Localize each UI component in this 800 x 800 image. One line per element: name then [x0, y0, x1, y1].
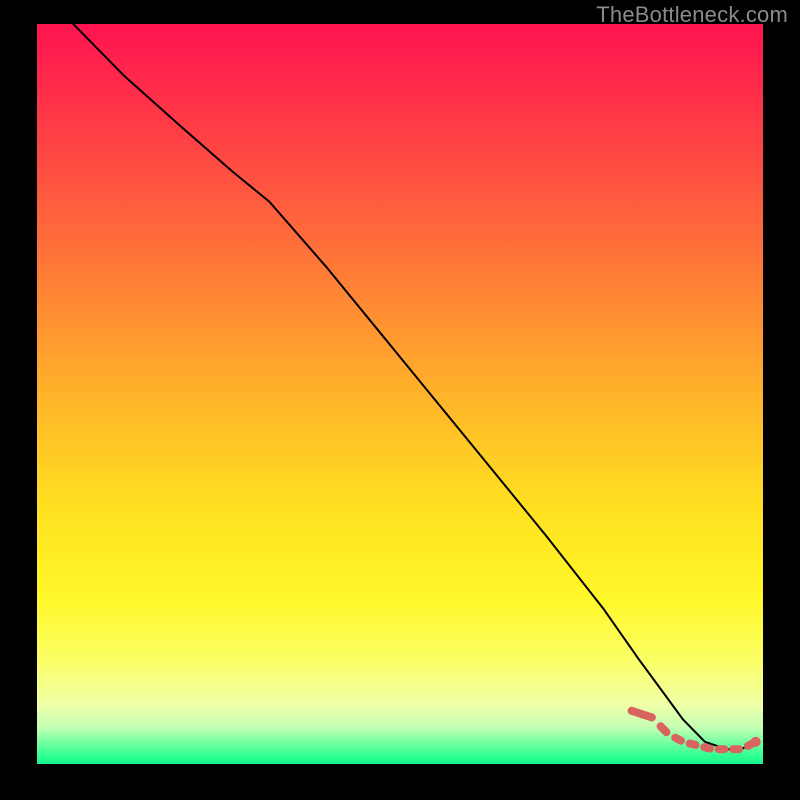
chart-overlay: [37, 24, 763, 764]
highlight-dash: [704, 747, 710, 748]
highlight-dash: [690, 744, 696, 745]
highlight-dash: [632, 711, 652, 718]
end-dot: [751, 737, 761, 747]
plot-area: [37, 24, 763, 764]
watermark-text: TheBottleneck.com: [596, 2, 788, 28]
chart-canvas: TheBottleneck.com: [0, 0, 800, 800]
highlight-dash: [661, 726, 667, 732]
highlight-dash: [675, 738, 681, 741]
bottleneck-curve: [73, 24, 755, 749]
